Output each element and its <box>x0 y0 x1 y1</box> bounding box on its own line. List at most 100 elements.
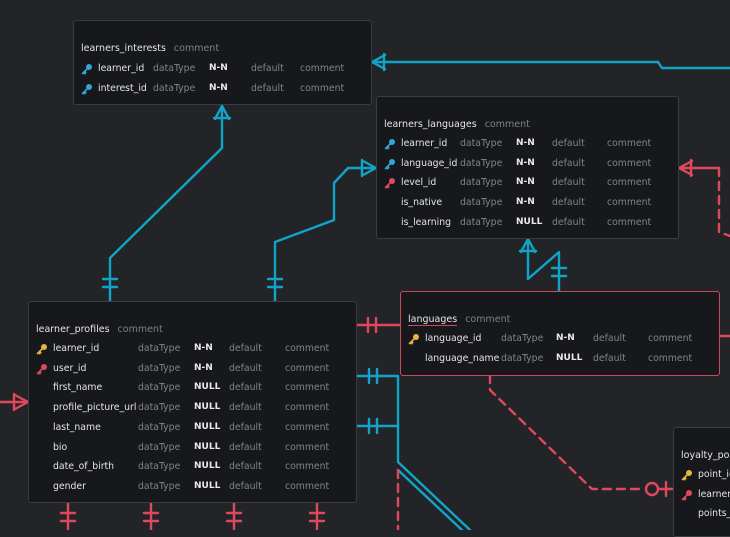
column-type: dataType <box>138 402 181 414</box>
table-learners-languages[interactable]: learners_languages comment learner_iddata… <box>376 96 679 239</box>
table-loyalty-points[interactable]: loyalty_poi point_id learner_ points_e <box>673 427 730 537</box>
relation-profiles-languages-red <box>355 316 402 334</box>
column-nullable: NULL <box>194 382 221 393</box>
column-comment: comment <box>285 441 330 453</box>
column-name: date_of_birth <box>53 461 115 473</box>
foreign-key-icon <box>384 138 396 150</box>
column-type: dataType <box>501 352 544 364</box>
table-header: learners_languages comment <box>384 119 530 133</box>
column-type: dataType <box>138 362 181 374</box>
column-comment: comment <box>285 421 330 433</box>
table-learner-profiles[interactable]: learner_profiles comment learner_id dataTy… <box>28 301 357 503</box>
column-name: learner_id <box>98 63 145 74</box>
column-name: is_native <box>401 197 443 209</box>
foreign-key-icon <box>384 177 396 189</box>
column-nullable: NULL <box>194 461 221 472</box>
relation-interests-right <box>370 52 730 72</box>
column-name: language_id <box>401 157 458 169</box>
column-name: language_name <box>425 352 500 364</box>
table-languages[interactable]: languages comment language_id dataType N-N d… <box>400 291 720 376</box>
primary-key-icon <box>36 343 48 355</box>
column-default: default <box>229 402 262 414</box>
column-nullable: N-N <box>516 177 535 188</box>
column-default: default <box>593 333 626 344</box>
column-type: dataType <box>138 480 181 492</box>
column-type: dataType <box>153 82 196 94</box>
column-default: default <box>229 441 262 453</box>
column-default: default <box>552 197 585 209</box>
column-comment: comment <box>607 177 652 189</box>
column-default: default <box>229 480 262 492</box>
column-default: default <box>552 177 585 189</box>
column-default: default <box>593 352 626 364</box>
relation-languages-loyalty-red <box>488 373 675 498</box>
column-name: learner_id <box>53 343 100 354</box>
column-comment: comment <box>648 333 693 344</box>
column-nullable: NULL <box>194 441 221 452</box>
column-nullable: N-N <box>194 343 213 353</box>
foreign-key-icon <box>81 63 93 75</box>
column-comment: comment <box>648 352 693 364</box>
column-name: learner_id <box>401 138 448 149</box>
foreign-key-icon <box>681 489 693 501</box>
column-type: dataType <box>153 63 196 74</box>
relation-level-right-red <box>677 158 730 238</box>
relation-learners-languages-languages <box>518 237 568 294</box>
column-nullable: N-N <box>516 138 535 148</box>
column-type: dataType <box>138 382 181 394</box>
column-nullable: NULL <box>556 352 583 363</box>
column-default: default <box>229 362 262 374</box>
column-nullable: N-N <box>556 333 575 343</box>
column-default: default <box>229 461 262 473</box>
table-name: languages <box>408 314 458 326</box>
table-header: languages comment <box>408 314 510 328</box>
column-comment: comment <box>285 382 330 394</box>
column-default: default <box>552 138 585 149</box>
column-type: dataType <box>460 157 503 169</box>
table-header: loyalty_poi <box>681 450 730 464</box>
column-nullable: NULL <box>516 216 543 227</box>
column-nullable: NULL <box>194 480 221 491</box>
column-nullable: N-N <box>209 82 228 93</box>
column-default: default <box>552 157 585 169</box>
column-name: learner_ <box>698 488 730 500</box>
column-comment: comment <box>607 138 652 149</box>
column-nullable: NULL <box>194 402 221 413</box>
primary-key-icon <box>408 333 420 345</box>
column-nullable: N-N <box>209 63 228 73</box>
column-name: language_id <box>425 333 482 344</box>
table-header: learner_profiles comment <box>36 324 163 338</box>
column-name: last_name <box>53 421 101 433</box>
column-default: default <box>229 382 262 394</box>
column-default: default <box>229 343 262 354</box>
column-type: dataType <box>460 197 503 209</box>
column-type: dataType <box>460 138 503 149</box>
table-header: learners_interests comment <box>81 43 219 57</box>
column-comment: comment <box>607 157 652 169</box>
column-type: dataType <box>501 333 544 344</box>
relation-languages-profiles <box>266 158 378 303</box>
table-name: loyalty_poi <box>681 450 730 461</box>
table-comment: comment <box>117 324 163 335</box>
column-nullable: N-N <box>516 157 535 168</box>
column-name: level_id <box>401 177 437 189</box>
column-default: default <box>229 421 262 433</box>
column-comment: comment <box>300 63 345 74</box>
table-comment: comment <box>173 43 220 54</box>
column-default: default <box>552 216 585 228</box>
column-type: dataType <box>138 343 181 354</box>
column-type: dataType <box>138 421 181 433</box>
column-default: default <box>251 63 284 74</box>
table-name: learners_interests <box>81 43 166 54</box>
table-learners-interests[interactable]: learners_interests comment learner_id data… <box>73 20 372 105</box>
column-comment: comment <box>285 362 330 374</box>
foreign-key-icon <box>81 83 93 95</box>
relation-profiles-right <box>355 367 472 530</box>
column-type: dataType <box>138 461 181 473</box>
column-nullable: NULL <box>194 421 221 432</box>
relation-interests-profiles <box>101 104 232 303</box>
column-comment: comment <box>607 197 652 209</box>
foreign-key-icon <box>36 363 48 375</box>
column-default: default <box>251 82 284 94</box>
column-comment: comment <box>607 216 652 228</box>
